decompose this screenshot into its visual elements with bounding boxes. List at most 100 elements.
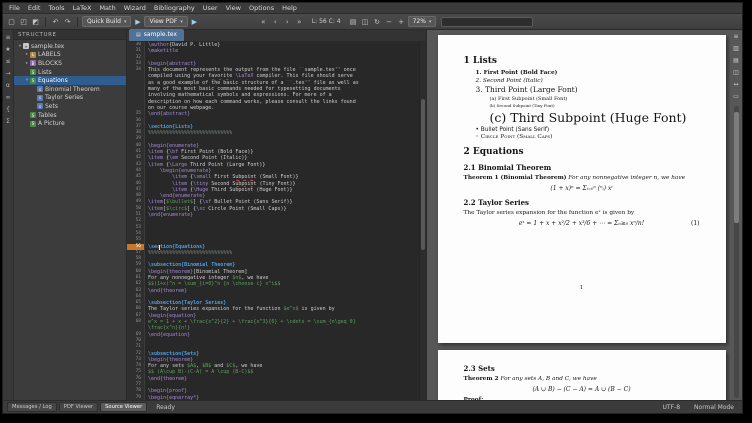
tree-item-binomial-theorem[interactable]: sBinomial Theorem [14,85,126,94]
code-token: Subpoint [229,187,253,193]
continuous-mode-icon[interactable]: ▤ [348,16,359,27]
screen: FileEditToolsLaTeXMathWizardBibliography… [0,0,752,423]
relation-symbols-icon[interactable]: ≤ [4,57,13,66]
editor-scrollbar[interactable] [419,42,426,400]
code-token: $\bullet$ [166,199,193,205]
code-token: \maketitle [148,48,178,54]
greek-symbols-icon[interactable]: α [4,81,13,90]
prev-page-icon[interactable]: ‹ [270,16,281,27]
fit-page-icon[interactable]: ▭ [732,92,741,101]
continuous-icon[interactable]: ▤ [732,56,741,65]
menu-latex[interactable]: LaTeX [69,3,96,14]
section-icon: S [30,112,36,118]
code-token [148,181,172,187]
code-token: as a good example of the basic structure… [148,80,359,86]
pdf-theorem: Theorem 2 For any sets A, B and C, we ha… [464,376,700,382]
code-text: \maketitle [145,48,178,54]
code-token: \item [172,174,187,180]
view-toolbar-group: ▤◫↻ [348,16,383,27]
menu-options[interactable]: Options [245,3,278,14]
menu-view[interactable]: View [222,3,245,14]
view-pdf-select[interactable]: View PDF ▾ [144,16,187,27]
arrow-symbols-icon[interactable]: → [4,69,13,78]
menu-bibliography[interactable]: Bibliography [150,3,199,14]
pdf-equation: (A ∪ B) − (C − A) = A ∪ (B − C) [464,386,700,393]
zoom-out-icon[interactable]: − [384,16,395,27]
menu-help[interactable]: Help [278,3,301,14]
run-quick-build-button[interactable]: ▶ [132,16,143,27]
save-icon[interactable]: ◩ [30,16,41,27]
tree-item-taylor-series[interactable]: sTaylor Series [14,94,126,103]
code-token: \begin{theorem} [148,269,193,275]
thumbnails-icon[interactable]: ▥ [732,44,741,53]
zoom-select[interactable]: 72% ▾ [408,16,437,27]
redo-icon[interactable]: ↷ [62,16,73,27]
zoom-value: 72% [413,18,426,25]
code-token [148,174,172,180]
tree-item-sample-tex[interactable]: ▾≡sample.tex [14,42,126,51]
rotate-icon[interactable]: ↻ [372,16,383,27]
structure-panel-icon[interactable]: ≡ [4,33,13,42]
tree-item-sets[interactable]: sSets [14,102,126,111]
pdf-scrollbar[interactable] [734,106,739,398]
misc-symbols-icon[interactable]: ∞ [4,93,13,102]
bookmarks-icon[interactable]: ★ [4,45,13,54]
tree-item-blocks[interactable]: ▸BBLOCKS [14,59,126,68]
bottom-tab-source-viewer[interactable]: Source Viewer [100,402,147,412]
zoom-in-icon[interactable]: + [396,16,407,27]
tree-item-label: sample.tex [31,43,64,50]
two-page-icon[interactable]: ◫ [732,68,741,77]
favourite-symbols-icon[interactable]: Σ [4,117,13,126]
menu-file[interactable]: File [5,3,24,14]
undo-icon[interactable]: ↶ [50,16,61,27]
code-token: Circle Point (Small Caps)} [205,206,286,212]
delimiter-symbols-icon[interactable]: { [4,105,13,114]
mode-indicator: Normal Mode [694,404,734,411]
code-token: nonnegative [172,275,205,281]
encoding-indicator: UTF-8 [663,404,681,411]
toc-icon[interactable]: ≡ [732,32,741,41]
code-token: \subsection{Sets} [148,351,199,357]
last-page-icon[interactable]: » [294,16,305,27]
menu-user[interactable]: User [199,3,222,14]
pdf-page: 1 Lists1. First Point (Bold Face)2. Seco… [438,35,726,343]
menu-tools[interactable]: Tools [44,3,68,14]
menu-edit[interactable]: Edit [24,3,45,14]
code-token: Subpoint [232,181,256,187]
code-token: (Tiny Font)} [256,181,295,187]
two-page-icon[interactable]: ◫ [360,16,371,27]
tab-sample-tex[interactable]: ▤ sample.tex [129,29,184,41]
section-icon: S [30,78,36,84]
tree-item-equations[interactable]: ▾SEquations [14,76,126,85]
open-folder-icon[interactable]: ◰ [18,16,29,27]
fit-width-icon[interactable]: ↔ [732,80,741,89]
menu-wizard[interactable]: Wizard [120,3,150,14]
pdf-h2: 2.1 Binomial Theorem [464,163,700,172]
run-view-pdf-button[interactable]: ▶ [189,16,200,27]
tree-item-labels[interactable]: ▸LLABELS [14,51,126,60]
pdf-h2: 2.2 Taylor Series [464,198,700,207]
tree-item-tables[interactable]: STables [14,111,126,120]
code-editor[interactable]: 30\author{David P. Little}31\maketitle32… [127,42,426,400]
pdf-scrollbar-thumb[interactable] [734,112,739,223]
toolbar-separator [77,17,78,27]
bottom-tab-messages-log[interactable]: Messages / Log [7,402,57,412]
pdf-pageno: 1 [464,285,700,291]
code-token: \subsection{Binomial Theorem} [148,262,235,268]
menu-math[interactable]: Math [95,3,119,14]
next-page-icon[interactable]: › [282,16,293,27]
quick-build-select[interactable]: Quick Build ▾ [82,16,131,27]
search-input[interactable] [441,17,533,27]
tree-item-lists[interactable]: SLists [14,68,126,77]
editor-scrollbar-thumb[interactable] [421,99,425,249]
code-token: \item [148,206,163,212]
bottom-tab-pdf-viewer[interactable]: PDF Viewer [59,402,98,412]
code-token: \end{enumerate} [148,212,193,218]
pdf-theorem-head: Theorem 2 [464,376,499,382]
tree-item-a-picture[interactable]: SA Picture [14,119,126,128]
first-page-icon[interactable]: « [258,16,269,27]
new-file-icon[interactable]: ▢ [6,16,17,27]
pdf-h2: 2.3 Sets [464,364,700,373]
code-text: \end{enumerate} [145,212,193,218]
tree-item-label: Equations [38,77,68,84]
